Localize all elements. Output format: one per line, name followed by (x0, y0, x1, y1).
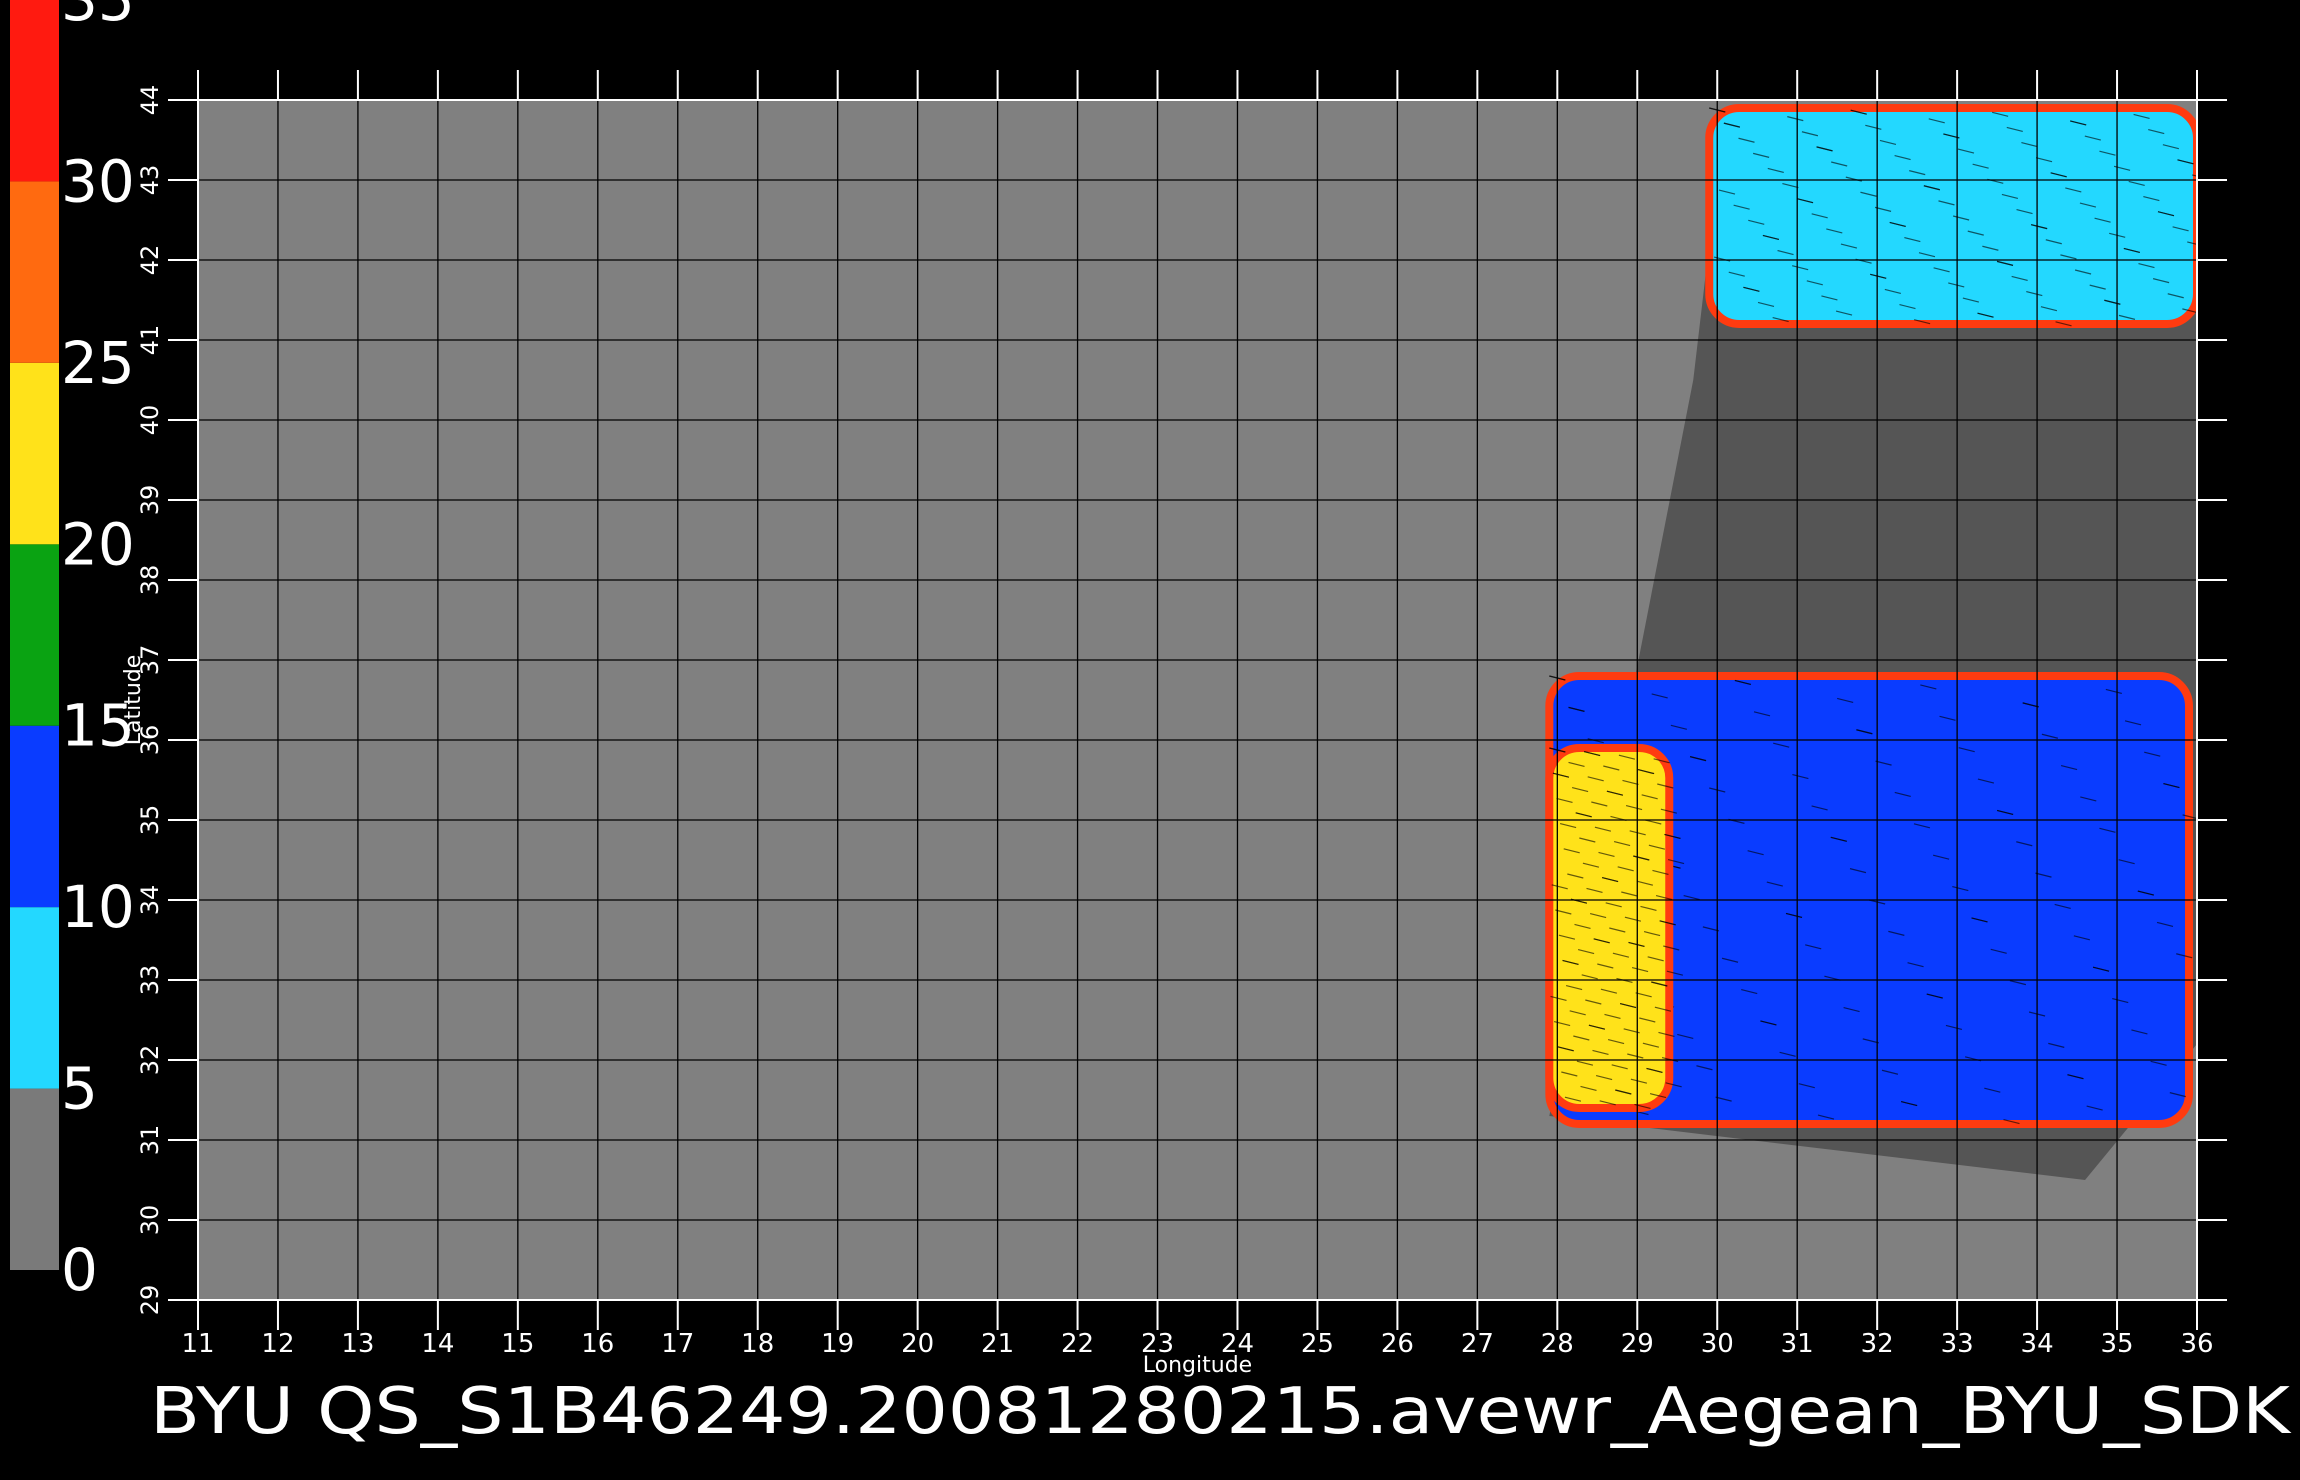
colorbar-segment-5 (10, 181, 59, 363)
y-tick-label: 39 (136, 485, 164, 516)
x-tick-label: 15 (501, 1329, 534, 1359)
x-tick-label: 32 (1861, 1329, 1894, 1359)
x-tick-label: 13 (341, 1329, 374, 1359)
x-tick-label: 26 (1381, 1329, 1414, 1359)
wind-region-0 (1705, 104, 2197, 328)
colorbar-tick-label: 30 (61, 147, 135, 215)
y-tick-label: 40 (136, 405, 164, 436)
x-tick-label: 20 (901, 1329, 934, 1359)
y-tick-label: 41 (136, 325, 164, 356)
x-tick-label: 31 (1781, 1329, 1814, 1359)
x-tick-label: 16 (581, 1329, 614, 1359)
y-tick-label: 44 (136, 85, 164, 116)
x-tick-label: 36 (2180, 1329, 2213, 1359)
x-tick-label: 22 (1061, 1329, 1094, 1359)
y-tick-label: 43 (136, 165, 164, 196)
colorbar-tick-label: 0 (61, 1236, 98, 1304)
y-tick-label: 31 (136, 1125, 164, 1156)
wind-region-2 (1545, 744, 1685, 1112)
x-tick-label: 12 (261, 1329, 294, 1359)
colorbar-tick-label: 35 (61, 0, 135, 34)
x-tick-label: 19 (821, 1329, 854, 1359)
y-tick-label: 32 (136, 1045, 164, 1076)
colorbar-tick-label: 5 (61, 1055, 98, 1123)
colorbar-tick-label: 10 (61, 873, 135, 941)
x-tick-label: 34 (2021, 1329, 2054, 1359)
figure-canvas: 05101520253035 11 12 13 14 15 16 17 18 19 20 21 22 2… (0, 0, 2300, 1480)
x-tick-label: 29 (1621, 1329, 1654, 1359)
x-tick-label: 17 (661, 1329, 694, 1359)
y-tick-label: 38 (136, 565, 164, 596)
x-tick-label: 28 (1541, 1329, 1574, 1359)
x-tick-label: 14 (421, 1329, 454, 1359)
colorbar-segment-6 (10, 0, 59, 182)
chart-title: BYU QS_S1B46249.20081280215.avewr_Aegean… (150, 1375, 2292, 1449)
x-tick-label: 18 (741, 1329, 774, 1359)
x-tick-label: 33 (1941, 1329, 1974, 1359)
colorbar-segment-0 (10, 1088, 59, 1270)
x-tick-label: 25 (1301, 1329, 1334, 1359)
colorbar-tick-label: 25 (61, 329, 135, 397)
y-axis-label: Latitude (121, 655, 146, 746)
x-tick-label: 27 (1461, 1329, 1494, 1359)
colorbar-segment-4 (10, 362, 59, 545)
y-tick-label: 33 (136, 965, 164, 996)
y-tick-label: 30 (136, 1205, 164, 1236)
x-tick-label: 35 (2100, 1329, 2133, 1359)
colorbar-segment-2 (10, 725, 59, 908)
y-tick-label: 29 (136, 1285, 164, 1316)
x-tick-label: 21 (981, 1329, 1014, 1359)
y-tick-label: 34 (136, 885, 164, 916)
colorbar-segment-3 (10, 544, 59, 726)
y-tick-label: 35 (136, 805, 164, 836)
colorbar-segment-1 (10, 907, 59, 1089)
y-tick-label: 42 (136, 245, 164, 276)
x-tick-label: 11 (181, 1329, 214, 1359)
x-tick-label: 30 (1701, 1329, 1734, 1359)
colorbar-tick-label: 20 (61, 510, 135, 578)
